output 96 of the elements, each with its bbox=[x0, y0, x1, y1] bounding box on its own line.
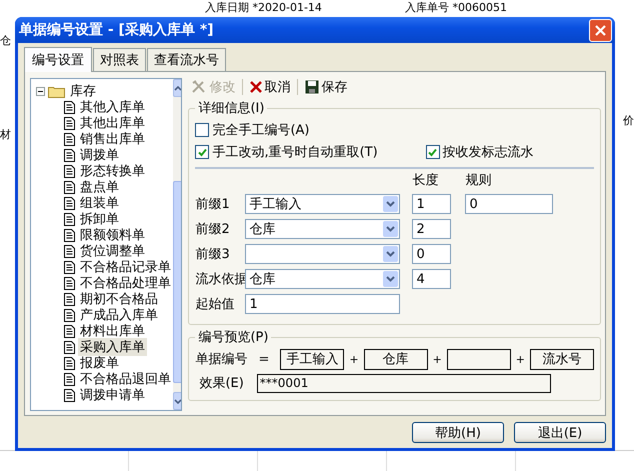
field-label: 单据编号 bbox=[195, 351, 248, 368]
close-button[interactable] bbox=[589, 18, 612, 42]
tree-item[interactable]: 库存 bbox=[68, 82, 98, 100]
tree-item[interactable]: 不合格品记录单 bbox=[78, 258, 173, 276]
plus-sign: + bbox=[432, 352, 442, 366]
document-icon bbox=[64, 276, 75, 290]
document-icon bbox=[64, 228, 75, 242]
window-title: 单据编号设置 - [采购入库单 *] bbox=[19, 21, 214, 39]
rule-field[interactable]: 0 bbox=[465, 194, 554, 214]
checkbox[interactable]: 手工改动,重号时自动重取(T) bbox=[195, 143, 378, 161]
document-icon bbox=[64, 356, 75, 370]
checkbox[interactable]: 完全手工编号(A) bbox=[195, 121, 310, 139]
tree-item[interactable]: 报废单 bbox=[78, 354, 121, 372]
document-icon bbox=[64, 100, 75, 114]
document-icon bbox=[64, 212, 75, 226]
dialog-button[interactable]: 退出(E) bbox=[514, 422, 606, 443]
document-icon bbox=[64, 148, 75, 162]
tree-item[interactable]: 其他入库单 bbox=[78, 98, 147, 116]
tools-icon bbox=[191, 80, 208, 94]
dropdown[interactable]: 仓库 bbox=[245, 219, 400, 239]
length-field[interactable]: 0 bbox=[412, 244, 452, 264]
document-icon bbox=[64, 324, 75, 338]
tree-item[interactable]: 拆卸单 bbox=[78, 210, 121, 228]
document-icon bbox=[64, 180, 75, 194]
tab[interactable]: 对照表 bbox=[93, 48, 146, 72]
column-header-text: 材 bbox=[0, 129, 11, 141]
preview-segment: 手工输入 bbox=[280, 348, 344, 370]
document-icon bbox=[64, 132, 75, 146]
tab[interactable]: 编号设置 bbox=[24, 47, 92, 72]
document-icon bbox=[64, 116, 75, 130]
scroll-down-icon[interactable] bbox=[174, 398, 182, 404]
document-icon bbox=[64, 260, 75, 274]
tree-item[interactable]: 其他出库单 bbox=[78, 114, 147, 132]
document-icon bbox=[64, 388, 75, 402]
checkbox[interactable]: 按收发标志流水 bbox=[426, 143, 534, 161]
close-icon bbox=[595, 24, 606, 36]
field-label: 起始值 bbox=[195, 296, 236, 313]
length-field[interactable]: 4 bbox=[412, 269, 452, 289]
length-field[interactable]: 2 bbox=[412, 219, 452, 239]
equals-sign: = bbox=[258, 352, 270, 366]
field-label: 效果(E) bbox=[199, 375, 244, 392]
check-icon bbox=[198, 148, 207, 156]
dropdown[interactable]: 仓库 bbox=[245, 269, 400, 289]
tree-item[interactable]: 销售出库单 bbox=[78, 130, 147, 148]
dropdown[interactable] bbox=[245, 244, 400, 264]
dropdown[interactable]: 手工输入 bbox=[245, 194, 400, 214]
folder-icon bbox=[48, 84, 65, 98]
tree-item[interactable]: 不合格品退回单 bbox=[78, 370, 173, 388]
field-label: 前缀2 bbox=[195, 221, 231, 238]
column-header: 规则 bbox=[465, 172, 492, 189]
tree-item[interactable]: 形态转换单 bbox=[78, 162, 147, 180]
effect-field: ***0001 bbox=[256, 374, 551, 392]
tree-item[interactable]: 期初不合格品 bbox=[78, 290, 160, 308]
tree-item[interactable]: 组装单 bbox=[78, 194, 121, 212]
tab[interactable]: 查看流水号 bbox=[147, 48, 226, 72]
document-icon bbox=[64, 244, 75, 258]
check-icon bbox=[428, 148, 438, 156]
input-field[interactable]: 1 bbox=[245, 294, 400, 314]
tree-item[interactable]: 产成品入库单 bbox=[78, 306, 160, 324]
dialog-button[interactable]: 帮助(H) bbox=[412, 422, 504, 443]
group-title: 编号预览(P) bbox=[197, 329, 270, 346]
tree-item[interactable]: 货位调整单 bbox=[78, 242, 147, 260]
plus-sign: + bbox=[349, 352, 359, 366]
document-icon bbox=[64, 372, 75, 386]
field-label: 前缀1 bbox=[195, 196, 231, 213]
tree-item[interactable]: 材料出库单 bbox=[78, 322, 147, 340]
document-icon bbox=[64, 308, 75, 322]
column-header: 长度 bbox=[412, 172, 438, 189]
tree-item[interactable]: 限额领料单 bbox=[78, 226, 147, 244]
document-icon bbox=[64, 196, 75, 210]
collapse-icon[interactable] bbox=[36, 86, 45, 96]
document-icon bbox=[64, 292, 75, 306]
scrollbar[interactable] bbox=[173, 79, 182, 410]
header-field-text: 入库日期 *2020-01-14 bbox=[205, 2, 323, 14]
length-field[interactable]: 1 bbox=[412, 194, 452, 214]
tree-item[interactable]: 采购入库单 bbox=[78, 338, 147, 356]
toolbar-button[interactable]: 取消 bbox=[247, 78, 294, 96]
preview-segment: 流水号 bbox=[530, 348, 594, 370]
tree-item[interactable]: 不合格品处理单 bbox=[78, 274, 173, 292]
preview-segment bbox=[446, 348, 511, 370]
group-title: 详细信息(I) bbox=[197, 100, 266, 117]
tree-item[interactable]: 盘点单 bbox=[78, 178, 121, 196]
close-icon bbox=[250, 81, 262, 93]
field-label: 前缀3 bbox=[195, 246, 231, 263]
tree-item[interactable]: 调拨单 bbox=[78, 146, 121, 164]
plus-sign: + bbox=[516, 352, 525, 366]
document-icon bbox=[64, 340, 75, 354]
preview-segment: 仓库 bbox=[364, 348, 428, 370]
toolbar-button[interactable]: 保存 bbox=[302, 78, 350, 96]
scroll-up-icon[interactable] bbox=[174, 86, 182, 90]
document-icon bbox=[64, 164, 75, 178]
tree-item[interactable]: 调拨申请单 bbox=[78, 386, 147, 404]
save-icon bbox=[305, 80, 320, 94]
column-header-text: 价 bbox=[623, 114, 634, 127]
header-field-text: 入库单号 *0060051 bbox=[405, 2, 507, 14]
column-header-text: 仓 bbox=[0, 35, 11, 47]
